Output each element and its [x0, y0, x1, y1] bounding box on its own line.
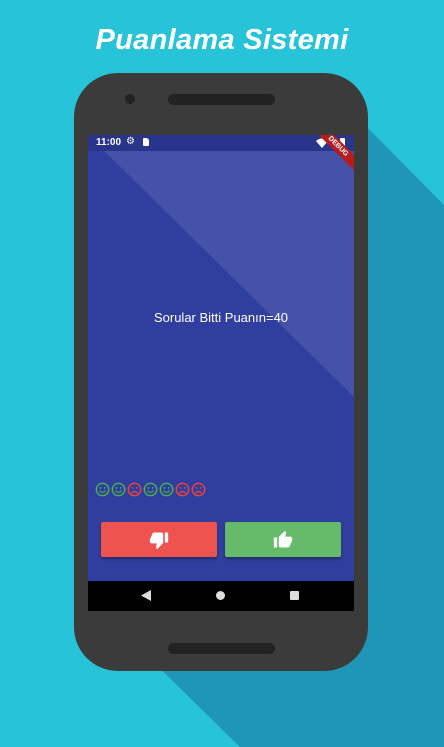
bottom-speaker [168, 643, 275, 654]
thumbs-down-icon [149, 532, 169, 549]
phone-frame: 11:00 ⚙ DEBUG Sorular Bitti Puanın=40 [74, 73, 368, 671]
happy-face-icon [111, 482, 126, 497]
happy-face-icon [95, 482, 110, 497]
back-icon[interactable] [141, 590, 151, 601]
android-nav-bar [88, 581, 354, 611]
gear-icon: ⚙ [126, 136, 135, 147]
home-icon[interactable] [216, 591, 225, 600]
sad-face-icon [127, 482, 142, 497]
status-bar: 11:00 ⚙ [88, 135, 354, 151]
status-time: 11:00 [96, 137, 122, 148]
promo-title: Puanlama Sistemi [95, 24, 349, 56]
thumbs-up-icon [273, 530, 293, 547]
score-keeper [95, 482, 206, 498]
sad-face-icon [191, 482, 206, 497]
happy-face-icon [143, 482, 158, 497]
top-speaker [168, 94, 275, 105]
result-text: Sorular Bitti Puanın=40 [153, 310, 289, 325]
sad-face-icon [175, 482, 190, 497]
sd-card-icon [143, 138, 149, 146]
recents-icon[interactable] [290, 591, 299, 600]
wrong-answer-button[interactable] [101, 522, 217, 557]
happy-face-icon [159, 482, 174, 497]
app-screen: 11:00 ⚙ DEBUG Sorular Bitti Puanın=40 [88, 135, 354, 611]
right-answer-button[interactable] [225, 522, 341, 557]
front-camera [125, 94, 135, 104]
